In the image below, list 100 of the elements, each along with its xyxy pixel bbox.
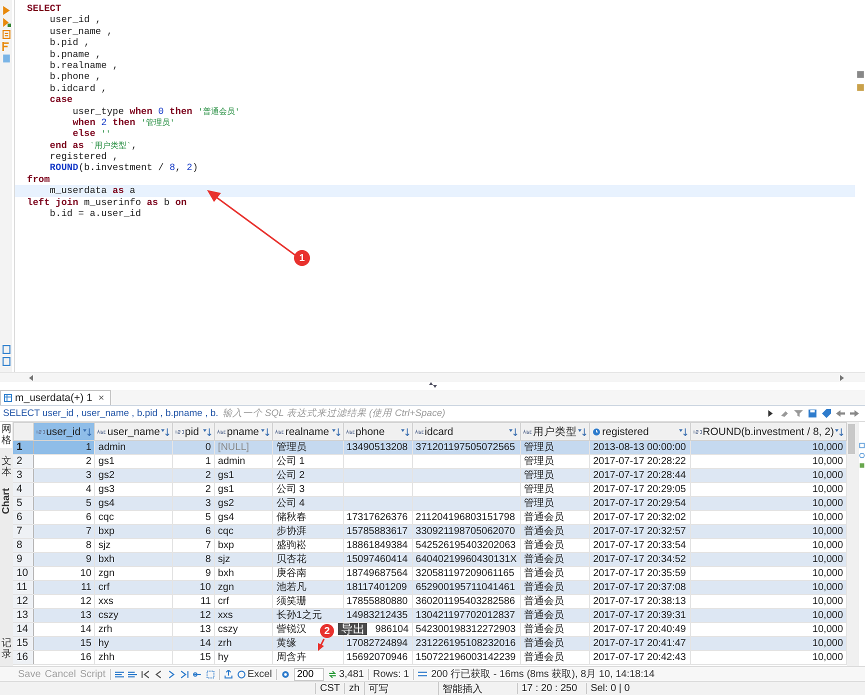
sort-filter-icon[interactable] xyxy=(678,428,688,436)
row-number: 10 xyxy=(13,566,34,580)
forward-icon[interactable] xyxy=(850,409,859,418)
scrollbar[interactable] xyxy=(848,424,856,454)
column-header[interactable]: pname xyxy=(214,422,273,440)
expand-icon[interactable] xyxy=(206,670,214,678)
scroll-right-icon[interactable] xyxy=(839,374,845,380)
table-cell: 542526195403202063 xyxy=(416,540,516,551)
code-line: b.phone , xyxy=(48,71,102,83)
table-cell: 贝杏花 xyxy=(276,554,306,565)
column-label: registered xyxy=(602,426,650,438)
tag-icon[interactable] xyxy=(822,409,831,418)
sort-filter-icon[interactable] xyxy=(332,428,341,436)
save-icon[interactable] xyxy=(808,409,817,418)
table-cell: 管理员 xyxy=(276,442,306,453)
table-row[interactable]: 5 5 gs4 3 gs2 公司 4 管理员 2017-07-17 20:29:54 10,000 xyxy=(13,496,847,510)
link-icon[interactable] xyxy=(192,670,202,678)
text-type-icon xyxy=(523,428,532,436)
table-cell: 2017-07-17 20:28:44 xyxy=(593,470,686,481)
sort-filter-icon[interactable] xyxy=(261,428,270,436)
export-button[interactable]: Excel xyxy=(236,668,272,680)
export-icon[interactable] xyxy=(224,670,232,678)
table-cell: bxp xyxy=(218,540,234,551)
table-cell: 管理员 xyxy=(524,484,554,495)
view-tab[interactable]: Chart xyxy=(0,486,12,516)
column-label: phone xyxy=(356,426,386,438)
next-icon[interactable] xyxy=(166,670,176,678)
rows-count: Rows: 1 xyxy=(372,668,410,680)
table-cell: 2017-07-17 20:41:47 xyxy=(593,638,686,649)
table-cell: 7 xyxy=(86,526,92,537)
close-icon[interactable]: × xyxy=(98,392,104,404)
row-number: 14 xyxy=(13,622,34,636)
column-header[interactable]: user_id xyxy=(34,422,95,440)
table-cell: 17317626376 xyxy=(346,512,408,523)
back-icon[interactable] xyxy=(836,409,845,418)
sort-filter-icon[interactable] xyxy=(578,428,588,436)
view-tab[interactable]: 网格 xyxy=(0,422,12,448)
results-tab[interactable]: m_userdata(+) 1 × xyxy=(0,390,112,405)
sort-filter-icon[interactable] xyxy=(160,428,170,436)
column-header[interactable]: ROUND(b.investment / 8, 2) xyxy=(690,422,847,440)
table-row[interactable]: 11 11 crf 10 zgn 池若凡 18117401209 652900195711041461 普通会员 2017-07-17 20:37:08 10,000 xyxy=(13,580,847,594)
first-page-icon[interactable] xyxy=(140,670,150,678)
script-icon[interactable] xyxy=(2,30,10,39)
previous-icon[interactable] xyxy=(154,670,162,678)
column-header[interactable]: registered xyxy=(590,422,690,440)
run-icon[interactable] xyxy=(2,6,10,15)
table-row[interactable]: 3 3 gs2 2 gs1 公司 2 管理员 2017-07-17 20:28:44 10,000 xyxy=(13,468,847,482)
table-cell: 150722196003142239 xyxy=(416,652,516,663)
layout-icon[interactable] xyxy=(114,670,124,678)
table-row[interactable]: 13 13 cszy 12 xxs 长孙1之元 14983212435 130421197702012837 普通会员 2017-07-17 20:39:31 10,000 xyxy=(13,608,847,622)
table-cell: 13 xyxy=(80,610,92,621)
view-tab[interactable]: 记录 xyxy=(0,636,12,662)
column-label: realname xyxy=(285,426,330,438)
table-cell: admin xyxy=(218,456,246,467)
filter-icon[interactable] xyxy=(794,409,803,418)
column-header[interactable]: pid xyxy=(172,422,214,440)
column-header[interactable]: 用户类型 xyxy=(520,422,590,440)
eraser-icon[interactable] xyxy=(780,409,789,418)
column-header[interactable]: realname xyxy=(272,422,344,440)
last-page-icon[interactable] xyxy=(180,670,188,678)
sort-filter-icon[interactable] xyxy=(202,428,212,436)
view-tab[interactable]: 文本 xyxy=(0,454,12,480)
layout-icon[interactable] xyxy=(128,670,136,678)
table-cell: 1 xyxy=(205,456,211,467)
annotation-arrow xyxy=(318,638,325,651)
run-icon[interactable] xyxy=(2,18,10,27)
column-header[interactable]: user_name xyxy=(94,422,172,440)
table-row[interactable]: 7 7 bxp 6 cqc 步协湃 15785883617 330921198705062070 普通会员 2017-07-17 20:32:57 10,000 xyxy=(13,524,847,538)
table-cell: 2 xyxy=(86,456,92,467)
sort-filter-icon[interactable] xyxy=(509,428,518,436)
column-header[interactable]: idcard xyxy=(412,422,521,440)
row-number: 1 xyxy=(13,440,34,454)
column-header[interactable]: phone xyxy=(343,422,412,440)
table-cell: xxs xyxy=(98,596,114,607)
fetch-size-field[interactable]: 200 xyxy=(294,668,324,680)
table-cell: 盛驹崧 xyxy=(276,540,306,551)
code-line: user_id , xyxy=(48,14,102,26)
status-field: 可写 xyxy=(364,682,393,695)
table-cell: 231226195108232016 xyxy=(416,638,516,649)
table-row[interactable]: 1 1 admin 0 [NULL] 管理员 13490513208 371201197505072565 管理员 2013-08-13 00:00:00 10,000 xyxy=(13,440,847,454)
dropdown-icon[interactable] xyxy=(766,409,775,418)
sort-filter-icon[interactable] xyxy=(83,428,92,436)
column-label: ROUND(b.investment / 8, 2) xyxy=(702,426,834,438)
annotation-marker: 2 xyxy=(320,624,334,638)
table-cell: 15097460414 xyxy=(346,554,408,565)
table-cell: 2017-07-17 20:42:43 xyxy=(593,652,686,663)
fetch-all-button[interactable]: 3,481 xyxy=(328,668,364,680)
table-cell: 2017-07-17 20:34:52 xyxy=(593,554,686,565)
table-row[interactable]: 15 15 hy 14 zrh 黄缘 17082724894 231226195108232016 普通会员 2017-07-17 20:41:47 10,000 xyxy=(13,636,847,650)
row-number: 6 xyxy=(13,510,34,524)
table-row[interactable]: 16 16 zhh 15 hy 周含卉 15692070946 150722196003142239 普通会员 2017-07-17 20:42:43 10,000 xyxy=(13,650,847,664)
table-cell: bxh xyxy=(218,568,234,579)
sort-filter-icon[interactable] xyxy=(400,428,410,436)
table-cell: 18861849384 xyxy=(346,540,408,551)
sort-filter-icon[interactable] xyxy=(835,428,844,436)
filter-field[interactable]: 输入一个 SQL 表达式来过滤结果 (使用 Ctrl+Space) xyxy=(222,408,762,419)
table-cell: 10,000 xyxy=(812,470,844,481)
code-line: registered , xyxy=(48,151,120,162)
table-row[interactable]: 9 9 bxh 8 sjz 贝杏花 15097460414 64040219960430131X 普通会员 2017-07-17 20:34:52 10,000 xyxy=(13,552,847,566)
scroll-left-icon[interactable] xyxy=(28,374,34,380)
